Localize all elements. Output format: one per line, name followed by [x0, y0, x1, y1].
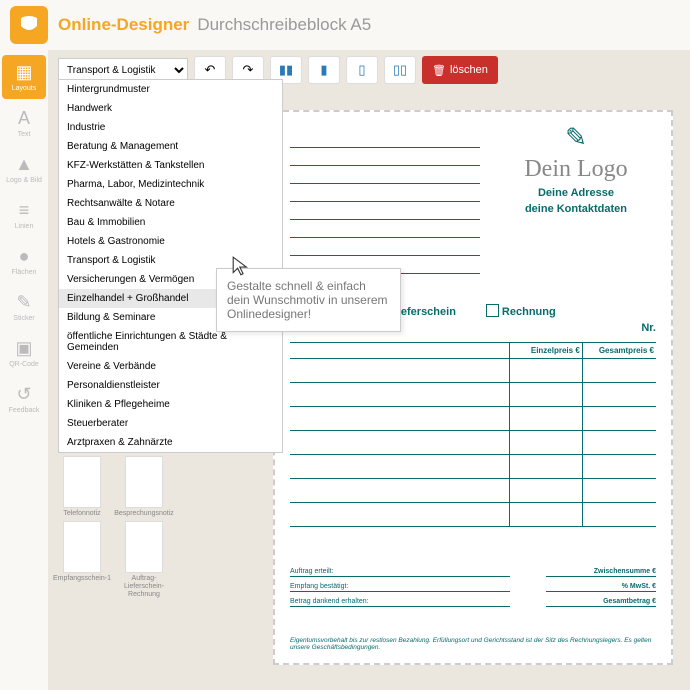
doc-number: Nr.	[641, 322, 656, 334]
dropdown-item[interactable]: Hintergrundmuster	[59, 80, 282, 99]
dropdown-item[interactable]: Rechtsanwälte & Notare	[59, 194, 282, 213]
dropdown-item[interactable]: Bau & Immobilien	[59, 213, 282, 232]
layer-up-button[interactable]: ▮	[308, 56, 340, 84]
layout-thumb[interactable]: Telefonnotiz	[53, 456, 111, 518]
image-icon: ▲	[15, 154, 33, 175]
app-title: Online-Designer	[58, 15, 189, 35]
shapes-icon: ●	[19, 246, 30, 267]
dropdown-item[interactable]: Steuerberater	[59, 414, 282, 433]
dropdown-item[interactable]: Pharma, Labor, Medizintechnik	[59, 175, 282, 194]
dropdown-item[interactable]: Personaldienstleister	[59, 376, 282, 395]
sticker-icon: ✎	[16, 292, 31, 313]
dropdown-item[interactable]: Kliniken & Pflegeheime	[59, 395, 282, 414]
dropdown-item[interactable]: Hotels & Gastronomie	[59, 232, 282, 251]
tooltip: Gestalte schnell & einfach dein Wunschmo…	[216, 268, 401, 332]
layer-back-button[interactable]: ▯▯	[384, 56, 416, 84]
dropdown-item[interactable]: Industrie	[59, 118, 282, 137]
layout-thumb[interactable]: Auftrag-Lieferschein-Rechnung	[115, 521, 173, 598]
document-canvas[interactable]: ✎ Dein Logo Deine Adresse deine Kontaktd…	[273, 110, 673, 665]
feedback-icon: ↺	[16, 384, 31, 405]
sidebar-item-lines[interactable]: ≡Linien	[2, 193, 46, 237]
qr-icon: ▣	[15, 338, 32, 359]
pencil-ruler-icon: ✎	[561, 122, 591, 152]
sidebar-item-sticker[interactable]: ✎Sticker	[2, 285, 46, 329]
doc-table: Einzelpreis €Gesamtpreis €	[290, 342, 656, 527]
layouts-icon: ▦	[15, 62, 32, 83]
dropdown-item[interactable]: KFZ-Werkstätten & Tankstellen	[59, 156, 282, 175]
layout-thumb[interactable]: Besprechungsnotiz	[115, 456, 173, 518]
doc-footer: Auftrag erteilt:Zwischensumme € Empfang …	[290, 568, 656, 613]
trash-icon: 🗑	[432, 64, 446, 77]
dropdown-item[interactable]: Handwerk	[59, 99, 282, 118]
delete-button[interactable]: 🗑löschen	[422, 56, 498, 84]
sidebar-item-logo[interactable]: ▲Logo & Bild	[2, 147, 46, 191]
category-dropdown[interactable]: HintergrundmusterHandwerkIndustrieBeratu…	[58, 79, 283, 453]
app-logo	[10, 6, 48, 44]
doc-title: Durchschreibeblock A5	[197, 15, 371, 35]
dropdown-item[interactable]: Arztpraxen & Zahnärzte	[59, 433, 282, 452]
checkbox-rechnung: Rechnung	[486, 304, 556, 318]
header: Online-Designer Durchschreibeblock A5	[0, 0, 690, 50]
sidebar: ▦Layouts AText ▲Logo & Bild ≡Linien ●Flä…	[0, 50, 48, 690]
lines-icon: ≡	[19, 200, 30, 221]
sidebar-item-shapes[interactable]: ●Flächen	[2, 239, 46, 283]
dropdown-item[interactable]: Vereine & Verbände	[59, 357, 282, 376]
dropdown-item[interactable]: Beratung & Management	[59, 137, 282, 156]
sidebar-item-feedback[interactable]: ↺Feedback	[2, 377, 46, 421]
layer-down-button[interactable]: ▯	[346, 56, 378, 84]
text-icon: A	[18, 108, 30, 129]
layout-thumb[interactable]: Empfangsschein-1	[53, 521, 111, 598]
sidebar-item-text[interactable]: AText	[2, 101, 46, 145]
doc-disclaimer: Eigentumsvorbehalt bis zur restlosen Bez…	[290, 637, 656, 651]
main: Transport & Logistik ↶ ↷ ▮▮ ▮ ▯ ▯▯ 🗑lösc…	[48, 50, 690, 690]
sidebar-item-layouts[interactable]: ▦Layouts	[2, 55, 46, 99]
sidebar-item-qr[interactable]: ▣QR-Code	[2, 331, 46, 375]
logo-placeholder: ✎ Dein Logo Deine Adresse deine Kontaktd…	[496, 122, 656, 215]
address-lines	[290, 130, 480, 274]
